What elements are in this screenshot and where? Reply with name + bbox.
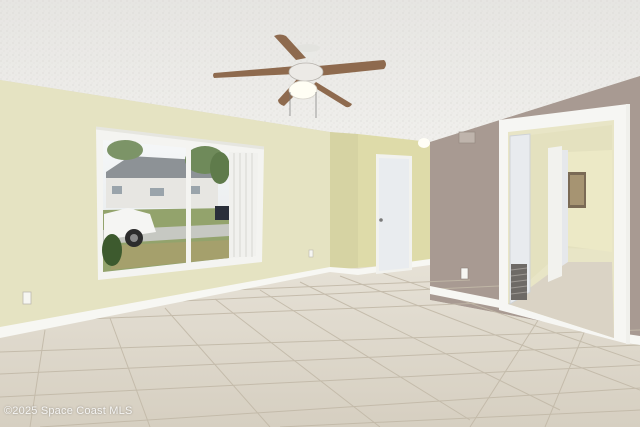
back-wall bbox=[330, 132, 358, 272]
wall-outlet-2 bbox=[308, 249, 314, 258]
photo-watermark: ©2025 Space Coast MLS bbox=[4, 405, 133, 417]
closet-door bbox=[376, 154, 412, 274]
room-photo: ©2025 Space Coast MLS bbox=[0, 0, 640, 427]
right-wall-outlet bbox=[460, 267, 469, 280]
thermostat bbox=[458, 131, 476, 144]
window bbox=[95, 126, 265, 280]
ceiling-light bbox=[418, 138, 430, 148]
hallway-doorway bbox=[499, 104, 630, 344]
wall-outlet bbox=[22, 291, 32, 305]
